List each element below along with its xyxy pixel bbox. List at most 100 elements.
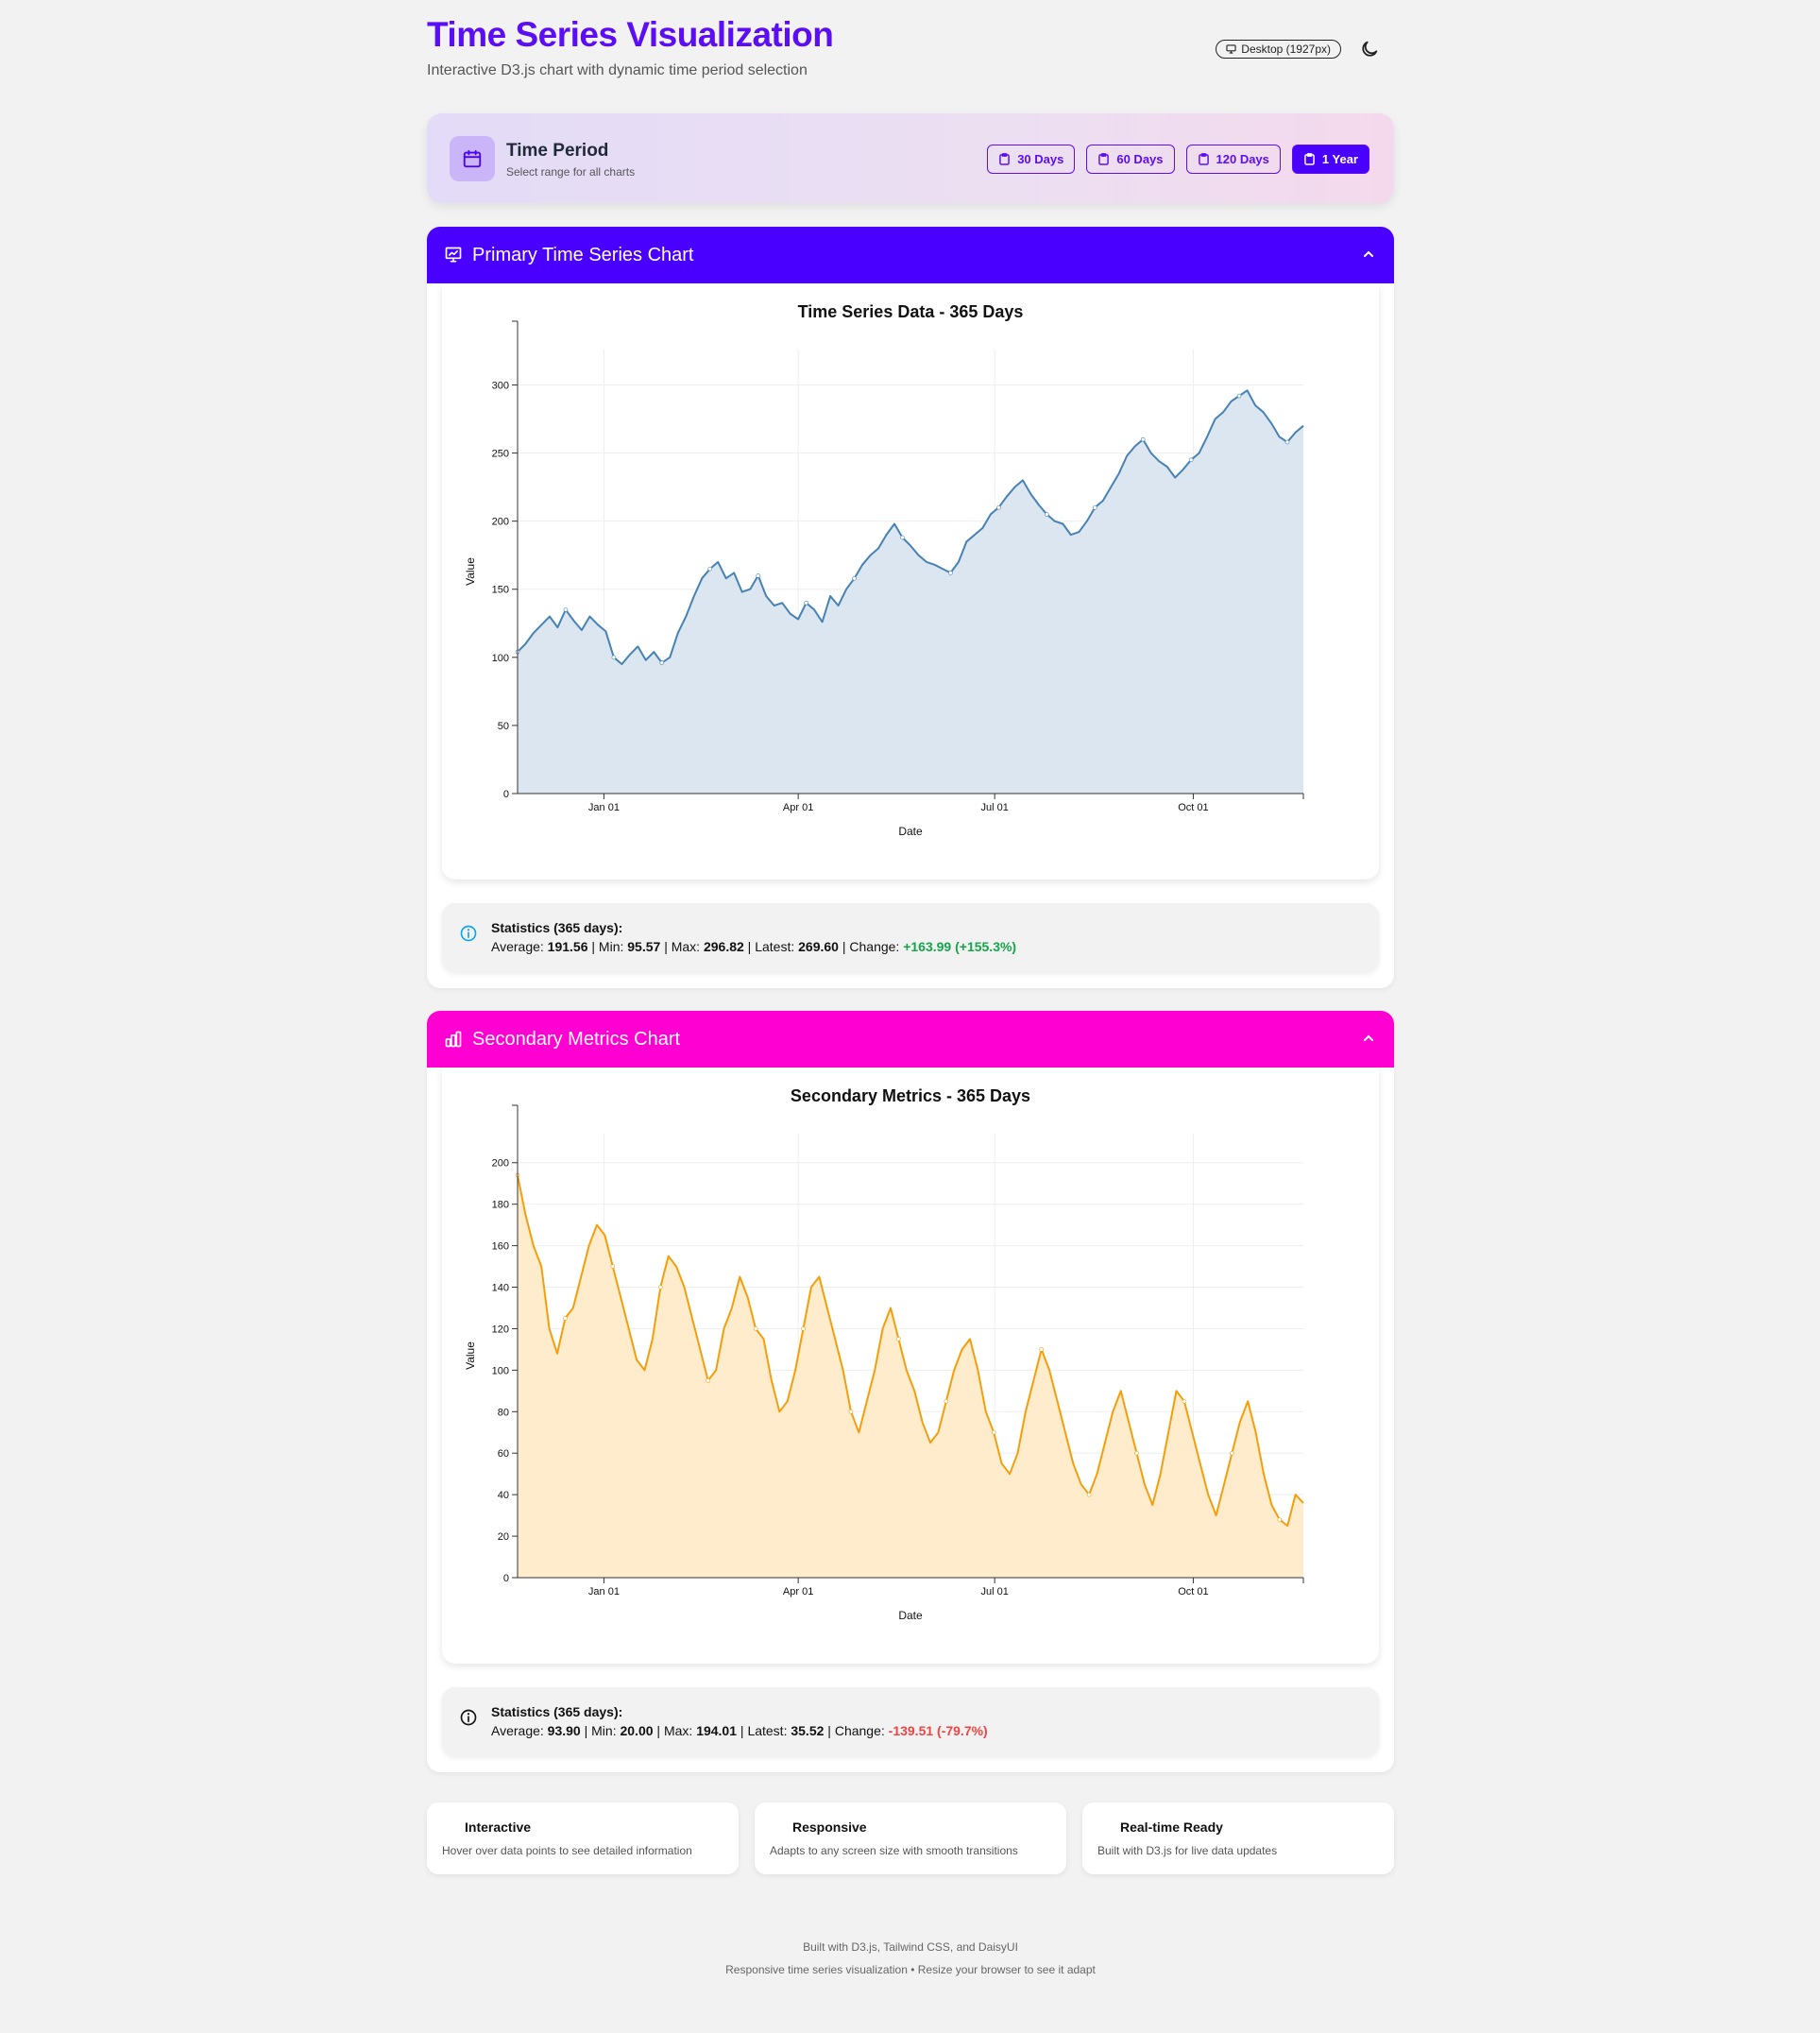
device-badge: Desktop (1927px) [1216, 40, 1341, 59]
data-point [611, 655, 617, 660]
stat-change: +163.99 (+155.3%) [903, 939, 1017, 954]
stat-change: -139.51 (-79.7%) [888, 1723, 988, 1738]
chevron-up-icon[interactable] [1362, 1032, 1375, 1045]
data-point [1086, 1492, 1092, 1497]
data-point [1236, 393, 1242, 399]
feature-title: Interactive [465, 1819, 532, 1835]
period-button-label: 60 Days [1116, 152, 1164, 166]
data-point [1140, 436, 1146, 442]
feature-card-responsive: Responsive Adapts to any screen size wit… [755, 1802, 1066, 1874]
data-point [801, 1326, 806, 1331]
chart-title: Secondary Metrics - 365 Days [791, 1086, 1030, 1105]
y-tick-label: 50 [498, 721, 509, 732]
data-point [991, 1429, 996, 1435]
secondary-chart-panel: Secondary Metrics - 365 Days 0 20 40 60 80 100… [442, 1068, 1379, 1664]
period-button-1-year[interactable]: 1 Year [1291, 145, 1369, 174]
y-tick-label: 180 [492, 1200, 509, 1211]
stat-label: Change: [834, 1723, 885, 1738]
footer-line-2: Responsive time series visualization • R… [725, 1963, 1096, 1976]
stat-latest: 269.60 [798, 939, 839, 954]
y-axis-label: Value [464, 1341, 477, 1370]
data-point [563, 607, 569, 612]
time-period-subtitle: Select range for all charts [506, 165, 636, 179]
y-axis-label: Value [464, 557, 477, 586]
data-point [706, 1378, 710, 1383]
clipboard-icon [999, 153, 1011, 165]
stat-latest: 35.52 [791, 1723, 825, 1738]
y-tick-label: 40 [498, 1490, 509, 1501]
y-tick-label: 20 [498, 1531, 509, 1543]
primary-chart-panel: Time Series Data - 365 Days 0 50 100 150 200 2… [442, 283, 1379, 880]
period-button-120-days[interactable]: 120 Days [1185, 145, 1281, 174]
page-title: Time Series Visualization [427, 15, 834, 54]
footer-line-1: Built with D3.js, Tailwind CSS, and Dais… [803, 1940, 1018, 1954]
secondary-chart-card: Secondary Metrics Chart Secondary Metric… [427, 1011, 1394, 1772]
page-subtitle: Interactive D3.js chart with dynamic tim… [427, 62, 808, 78]
y-tick-label: 150 [492, 585, 509, 596]
y-tick-label: 160 [492, 1241, 509, 1253]
feature-description: Adapts to any screen size with smooth tr… [770, 1844, 1018, 1857]
secondary-stats-line: Average: 93.90 | Min: 20.00 | Max: 194.0… [491, 1723, 988, 1738]
data-point [1284, 439, 1290, 445]
y-tick-label: 250 [492, 449, 509, 460]
data-point [1039, 1347, 1044, 1352]
feature-description: Hover over data points to see detailed i… [442, 1844, 692, 1857]
period-button-60-days[interactable]: 60 Days [1086, 145, 1175, 174]
stat-label: Average: [491, 939, 544, 954]
feature-title: Responsive [792, 1819, 867, 1835]
data-point [804, 600, 808, 606]
stat-label: Latest: [747, 1723, 788, 1738]
primary-stats-box: Statistics (365 days): Average: 191.56 |… [442, 903, 1379, 972]
secondary-chart-header-title: Secondary Metrics Chart [472, 1028, 681, 1050]
period-button-label: 120 Days [1216, 152, 1269, 166]
period-button-group: 30 Days 60 Days 120 Days 1 Year [987, 145, 1369, 174]
primary-chart-header[interactable]: Primary Time Series Chart [427, 227, 1394, 283]
y-tick-label: 60 [498, 1448, 509, 1460]
data-point [657, 1285, 663, 1290]
secondary-metrics-chart[interactable]: Secondary Metrics - 365 Days 0 20 40 60 80 100… [442, 1068, 1379, 1664]
primary-chart-card: Primary Time Series Chart Time Series Da… [427, 227, 1394, 988]
x-tick-label: Oct 01 [1178, 802, 1208, 813]
primary-stats-title: Statistics (365 days): [491, 920, 623, 935]
data-point [563, 1316, 568, 1321]
data-point [707, 566, 713, 572]
primary-stats-line: Average: 191.56 | Min: 95.57 | Max: 296.… [491, 939, 1017, 954]
x-tick-label: Apr 01 [783, 1586, 813, 1597]
time-period-card: Time Period Select range for all charts … [427, 113, 1394, 203]
y-tick-label: 120 [492, 1324, 509, 1335]
y-tick-label: 100 [492, 653, 509, 664]
data-point [659, 660, 665, 665]
primary-time-series-chart[interactable]: Time Series Data - 365 Days 0 50 100 150 200 2… [442, 283, 1379, 880]
period-button-30-days[interactable]: 30 Days [987, 145, 1076, 174]
stat-average: 191.56 [547, 939, 588, 954]
stat-label: Max: [663, 1723, 693, 1738]
data-point [756, 573, 760, 578]
feature-card-real-time: Real-time Ready Built with D3.js for liv… [1082, 1802, 1394, 1874]
page-footer: Built with D3.js, Tailwind CSS, and Dais… [427, 1936, 1394, 1981]
period-button-label: 1 Year [1321, 152, 1358, 166]
series-area [518, 1174, 1303, 1578]
feature-description: Built with D3.js for live data updates [1097, 1844, 1278, 1857]
info-icon [460, 1709, 477, 1726]
x-axis-label: Date [898, 825, 923, 838]
data-point [1230, 1450, 1234, 1456]
y-tick-label: 200 [492, 517, 509, 528]
feature-card-interactive: Interactive Hover over data points to se… [427, 1802, 739, 1874]
x-tick-label: Jan 01 [588, 802, 620, 813]
primary-chart-header-title: Primary Time Series Chart [472, 244, 694, 265]
theme-toggle-button[interactable] [1356, 36, 1383, 62]
stat-min: 95.57 [627, 939, 661, 954]
y-tick-label: 0 [503, 1573, 509, 1584]
monitor-icon [1226, 44, 1236, 54]
data-point [1182, 1399, 1187, 1404]
data-point [1045, 512, 1049, 517]
x-tick-label: Oct 01 [1178, 1586, 1208, 1597]
data-point [848, 1409, 854, 1414]
chevron-up-icon[interactable] [1362, 248, 1375, 261]
data-point [610, 1264, 616, 1269]
data-point [852, 575, 857, 581]
period-button-label: 30 Days [1017, 152, 1064, 166]
secondary-chart-header[interactable]: Secondary Metrics Chart [427, 1011, 1394, 1068]
x-tick-label: Jul 01 [980, 802, 1008, 813]
stat-label: Change: [849, 939, 900, 954]
